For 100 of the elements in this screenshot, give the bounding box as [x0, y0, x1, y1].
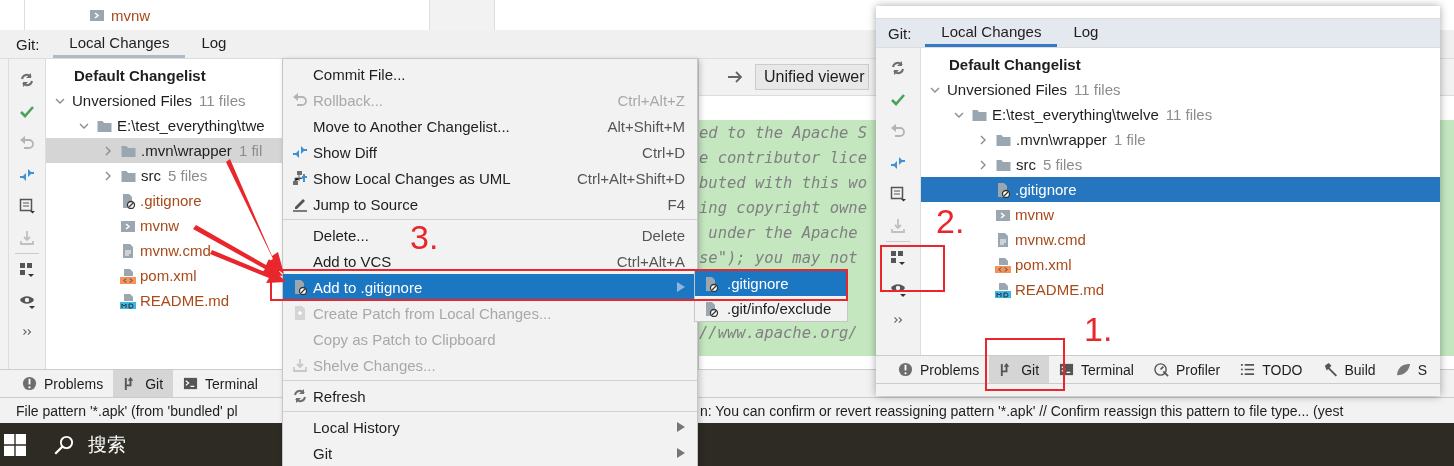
menu-item[interactable]: Add to VCS: [287, 248, 392, 274]
undo-icon[interactable]: [890, 123, 906, 139]
refresh-icon[interactable]: [292, 388, 308, 404]
tree-item[interactable]: src 5 files: [975, 152, 1440, 177]
undo-icon[interactable]: [19, 135, 35, 151]
chevron-right-icon[interactable]: [978, 159, 988, 170]
chevron-right-icon[interactable]: [978, 134, 988, 145]
code-line: se"); you may not: [699, 248, 858, 269]
shortcut-label: Alt+Shift+M: [607, 117, 685, 135]
eye-icon[interactable]: [890, 281, 906, 297]
status-message: File pattern '*.apk' (from 'bundled' pl: [15, 402, 239, 419]
menu-item[interactable]: Show Local Changes as UML: [287, 165, 511, 191]
code-line: e contributor lice: [699, 148, 867, 169]
step-number: 1.: [1084, 312, 1113, 346]
tool-tab[interactable]: Problems: [888, 356, 990, 383]
shortcut-label: F4: [667, 195, 685, 213]
terminal-icon: [183, 376, 199, 391]
ignored-file-icon: [995, 181, 1011, 198]
diff-icon[interactable]: [890, 154, 906, 171]
tab[interactable]: Log: [185, 30, 243, 58]
tree-item[interactable]: .gitignore: [921, 177, 1440, 202]
diff-icon[interactable]: [292, 144, 308, 160]
item-label: .mvn\wrapper: [1016, 131, 1107, 148]
tool-tab[interactable]: Git: [989, 356, 1050, 383]
windows-icon[interactable]: [4, 433, 26, 456]
tree-item[interactable]: Unversioned Files 11 files: [927, 77, 1440, 102]
file-count: 5 files: [168, 167, 208, 184]
menu-item[interactable]: Local History: [287, 414, 400, 440]
tree-item[interactable]: .mvn\wrapper 1 fil: [46, 138, 283, 163]
refresh-icon[interactable]: [19, 72, 35, 88]
tool-tab[interactable]: TODO: [1230, 356, 1313, 383]
arrow-right-icon[interactable]: [727, 69, 743, 85]
menu-item[interactable]: Refresh: [287, 383, 366, 409]
menu-item[interactable]: Add to .gitignore: [283, 274, 697, 300]
menu-item[interactable]: Commit File...: [287, 61, 406, 87]
menu-item[interactable]: Git: [287, 440, 333, 466]
search-label[interactable]: 搜索: [88, 431, 126, 458]
tool-tab[interactable]: Git: [113, 370, 174, 397]
changelist-icon[interactable]: [890, 186, 906, 202]
chevron-right-icon[interactable]: [103, 145, 113, 156]
changelist-title: Default Changelist: [949, 55, 1081, 75]
markdown-file-icon: [995, 281, 1011, 298]
tool-tab[interactable]: Build: [1312, 356, 1386, 383]
ignored-file-icon: [703, 300, 719, 317]
changelist-icon[interactable]: [19, 198, 35, 214]
shortcut-label: Ctrl+D: [642, 143, 685, 161]
tool-tab[interactable]: Profiler: [1143, 356, 1231, 383]
file-count: 1 file: [1113, 131, 1146, 148]
tree-item[interactable]: .mvn\wrapper 1 file: [975, 127, 1440, 152]
ignored-file-icon: [703, 275, 719, 292]
changelist-title: Default Changelist: [74, 66, 206, 86]
diagram-icon[interactable]: [292, 170, 308, 186]
tree-item[interactable]: E:\test_everything\twelve 11 files: [951, 102, 1440, 127]
tree-item[interactable]: Unversioned Files 11 files: [52, 88, 289, 113]
diff-icon[interactable]: [19, 166, 35, 183]
gauge-icon: [1153, 362, 1169, 377]
text-file-icon: [120, 242, 136, 259]
group-by-icon[interactable]: [890, 249, 906, 266]
tree-item[interactable]: mvnw.cmd: [975, 227, 1440, 252]
tool-tab[interactable]: Problems: [12, 370, 114, 397]
menu-item[interactable]: Jump to Source: [287, 191, 419, 217]
menu-item[interactable]: .gitignore: [695, 271, 847, 296]
eye-icon[interactable]: [19, 293, 35, 309]
search-icon[interactable]: [54, 434, 74, 455]
menu-item[interactable]: Show Diff: [287, 139, 377, 165]
status-message: n: You can confirm or revert reassigning pattern '*.apk' // Confirm reassign this pattern to file type... (yest: [700, 402, 1344, 419]
item-label: E:\test_everything\twe: [117, 117, 265, 134]
item-label: .gitignore: [140, 192, 202, 209]
tool-tab[interactable]: Terminal: [173, 370, 268, 397]
hammer-icon: [1322, 362, 1338, 377]
file-count: 11 files: [1074, 81, 1121, 98]
chevron-right-icon[interactable]: [103, 170, 113, 181]
warning-icon: [898, 362, 913, 377]
tree-item[interactable]: pom.xml: [975, 252, 1440, 277]
tree-item[interactable]: README.md: [975, 277, 1440, 302]
viewer-dropdown[interactable]: Unified viewer: [755, 64, 870, 90]
tool-window-title: Git:: [16, 35, 40, 53]
tool-tab[interactable]: Terminal: [1049, 356, 1144, 383]
menu-item[interactable]: Delete...: [287, 222, 369, 248]
shortcut-label: Delete: [641, 226, 685, 244]
shortcut-label: Ctrl+Alt+Shift+D: [577, 169, 685, 187]
submenu-arrow-icon: [677, 422, 685, 432]
refresh-icon[interactable]: [890, 60, 906, 76]
leaf-icon: [1395, 362, 1411, 377]
pencil-icon[interactable]: [292, 196, 308, 212]
tree-item[interactable]: mvnw: [975, 202, 1440, 227]
group-by-icon[interactable]: [19, 261, 35, 278]
xml-file-icon: [120, 267, 136, 284]
xml-file-icon: [995, 256, 1011, 273]
tool-window-title: Git:: [888, 24, 912, 42]
tool-tab[interactable]: S: [1385, 356, 1437, 383]
file-count: 1 fil: [238, 142, 263, 159]
ignored-file-icon: [120, 192, 136, 209]
step-number: 3.: [410, 220, 439, 254]
submenu-arrow-icon: [677, 282, 685, 292]
tab[interactable]: Log: [1057, 19, 1115, 47]
file-name[interactable]: mvnw: [111, 6, 151, 24]
item-label: Unversioned Files: [947, 81, 1068, 98]
menu-item[interactable]: .git/info/exclude: [695, 296, 847, 321]
code-line: ed to the Apache S: [699, 123, 867, 144]
